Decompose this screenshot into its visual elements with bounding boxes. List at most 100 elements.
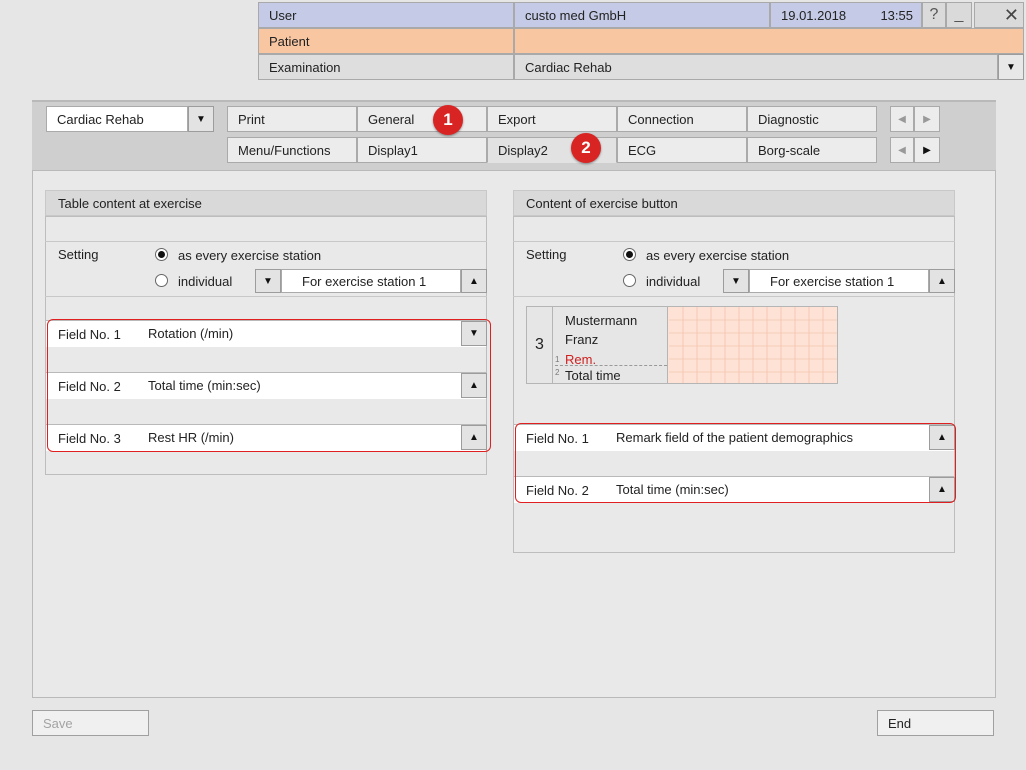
tab-label: Display2 bbox=[498, 142, 548, 158]
patient-label-cell: Patient bbox=[258, 28, 514, 54]
highlight-box-left-fields bbox=[47, 319, 491, 452]
group-title-text: Table content at exercise bbox=[58, 195, 202, 211]
radio-individual[interactable] bbox=[623, 274, 636, 287]
end-button-label: End bbox=[888, 715, 912, 731]
help-button[interactable]: ? bbox=[922, 2, 946, 28]
end-button[interactable]: End bbox=[877, 710, 994, 736]
chevron-up-icon: ▲ bbox=[937, 275, 947, 287]
tab-export[interactable]: Export bbox=[487, 106, 617, 132]
examination-dropdown-button[interactable]: ▼ bbox=[998, 54, 1024, 80]
tab-display1[interactable]: Display1 bbox=[357, 137, 487, 163]
chevron-down-icon: ▼ bbox=[731, 275, 741, 287]
callout-number: 1 bbox=[443, 110, 453, 129]
preview-ecg-grid bbox=[669, 307, 837, 383]
date-display: 19.01.2018 bbox=[781, 7, 847, 23]
preview-row-index-1: 1 bbox=[555, 355, 560, 364]
preview-total-time: Total time bbox=[565, 368, 621, 383]
chevron-down-icon: ▼ bbox=[263, 275, 273, 287]
tab-menu-functions[interactable]: Menu/Functions bbox=[227, 137, 357, 163]
examination-select[interactable]: Cardiac Rehab bbox=[514, 54, 998, 80]
station-select[interactable]: For exercise station 1 bbox=[281, 269, 461, 293]
datetime-cell: 19.01.2018 13:55 bbox=[770, 2, 922, 28]
divider bbox=[45, 241, 487, 242]
tab-label: Connection bbox=[628, 111, 694, 127]
chevron-down-icon: ▼ bbox=[1006, 61, 1016, 73]
highlight-box-right-fields bbox=[515, 423, 956, 503]
examination-label: Examination bbox=[269, 59, 341, 75]
minimize-icon: _ bbox=[954, 6, 964, 23]
time-display: 13:55 bbox=[880, 7, 913, 23]
close-button[interactable]: ✕ bbox=[974, 2, 1024, 28]
tab-label: Diagnostic bbox=[758, 111, 819, 127]
chevron-left-icon: ◀ bbox=[898, 113, 906, 125]
examination-value: Cardiac Rehab bbox=[525, 59, 612, 75]
tab-label: Export bbox=[498, 111, 536, 127]
user-label: User bbox=[269, 7, 297, 23]
tab-general[interactable]: General bbox=[357, 106, 487, 132]
mode-select[interactable]: Cardiac Rehab bbox=[46, 106, 188, 132]
chevron-right-icon: ▶ bbox=[923, 113, 931, 125]
divider bbox=[513, 241, 955, 242]
tab-ecg[interactable]: ECG bbox=[617, 137, 747, 163]
group-title-text: Content of exercise button bbox=[526, 195, 678, 211]
divider bbox=[513, 296, 955, 297]
close-icon: ✕ bbox=[1003, 4, 1019, 25]
individual-dropdown-button[interactable]: ▼ bbox=[723, 269, 749, 293]
preview-divider bbox=[555, 365, 667, 366]
tab-label: General bbox=[368, 111, 415, 127]
radio-every-station[interactable] bbox=[623, 248, 636, 261]
examination-label-cell: Examination bbox=[258, 54, 514, 80]
tabs-row2-prev-button[interactable]: ◀ bbox=[890, 137, 914, 163]
radio-individual-label: individual bbox=[646, 274, 701, 289]
chevron-down-icon: ▼ bbox=[196, 113, 206, 125]
callout-badge-2: 2 bbox=[571, 133, 601, 163]
callout-number: 2 bbox=[581, 138, 591, 157]
user-value-cell: custo med GmbH bbox=[514, 2, 770, 28]
station-select[interactable]: For exercise station 1 bbox=[749, 269, 929, 293]
station-up-button[interactable]: ▲ bbox=[461, 269, 487, 293]
chevron-right-icon: ▶ bbox=[923, 144, 931, 156]
preview-last-name: Mustermann bbox=[565, 313, 638, 328]
save-button-label: Save bbox=[43, 715, 73, 731]
help-icon: ? bbox=[929, 6, 939, 23]
table-content-group-title: Table content at exercise bbox=[45, 190, 487, 216]
user-label-cell: User bbox=[258, 2, 514, 28]
preview-first-name: Franz bbox=[565, 332, 599, 347]
chevron-up-icon: ▲ bbox=[469, 275, 479, 287]
tab-borg-scale[interactable]: Borg-scale bbox=[747, 137, 877, 163]
patient-value-cell[interactable] bbox=[514, 28, 1024, 54]
patient-label: Patient bbox=[269, 33, 310, 49]
station-number: 3 bbox=[527, 307, 553, 383]
callout-badge-1: 1 bbox=[433, 105, 463, 135]
user-value: custo med GmbH bbox=[525, 7, 627, 23]
tab-diagnostic[interactable]: Diagnostic bbox=[747, 106, 877, 132]
divider bbox=[45, 296, 487, 297]
exercise-button-preview: 3 Mustermann Franz 1 Rem. 2 Total time bbox=[526, 306, 838, 384]
tab-connection[interactable]: Connection bbox=[617, 106, 747, 132]
chevron-left-icon: ◀ bbox=[898, 144, 906, 156]
exercise-button-group-title: Content of exercise button bbox=[513, 190, 955, 216]
mode-select-value: Cardiac Rehab bbox=[57, 111, 144, 127]
radio-every-station-label: as every exercise station bbox=[178, 248, 322, 263]
save-button[interactable]: Save bbox=[32, 710, 149, 736]
individual-dropdown-button[interactable]: ▼ bbox=[255, 269, 281, 293]
preview-row-index-2: 2 bbox=[555, 368, 560, 377]
radio-individual[interactable] bbox=[155, 274, 168, 287]
minimize-button[interactable]: _ bbox=[946, 2, 972, 28]
tab-label: Menu/Functions bbox=[238, 142, 331, 158]
tabs-row1-prev-button[interactable]: ◀ bbox=[890, 106, 914, 132]
tabs-row1-next-button[interactable]: ▶ bbox=[914, 106, 940, 132]
tab-label: Borg-scale bbox=[758, 142, 821, 158]
setting-label: Setting bbox=[58, 247, 99, 262]
setting-label: Setting bbox=[526, 247, 567, 262]
tab-print[interactable]: Print bbox=[227, 106, 357, 132]
tab-label: Print bbox=[238, 111, 265, 127]
radio-every-station[interactable] bbox=[155, 248, 168, 261]
radio-individual-label: individual bbox=[178, 274, 233, 289]
station-select-value: For exercise station 1 bbox=[302, 273, 427, 289]
mode-dropdown-button[interactable]: ▼ bbox=[188, 106, 214, 132]
station-up-button[interactable]: ▲ bbox=[929, 269, 955, 293]
tabs-row2-next-button[interactable]: ▶ bbox=[914, 137, 940, 163]
station-select-value: For exercise station 1 bbox=[770, 273, 895, 289]
tab-label: ECG bbox=[628, 142, 657, 158]
